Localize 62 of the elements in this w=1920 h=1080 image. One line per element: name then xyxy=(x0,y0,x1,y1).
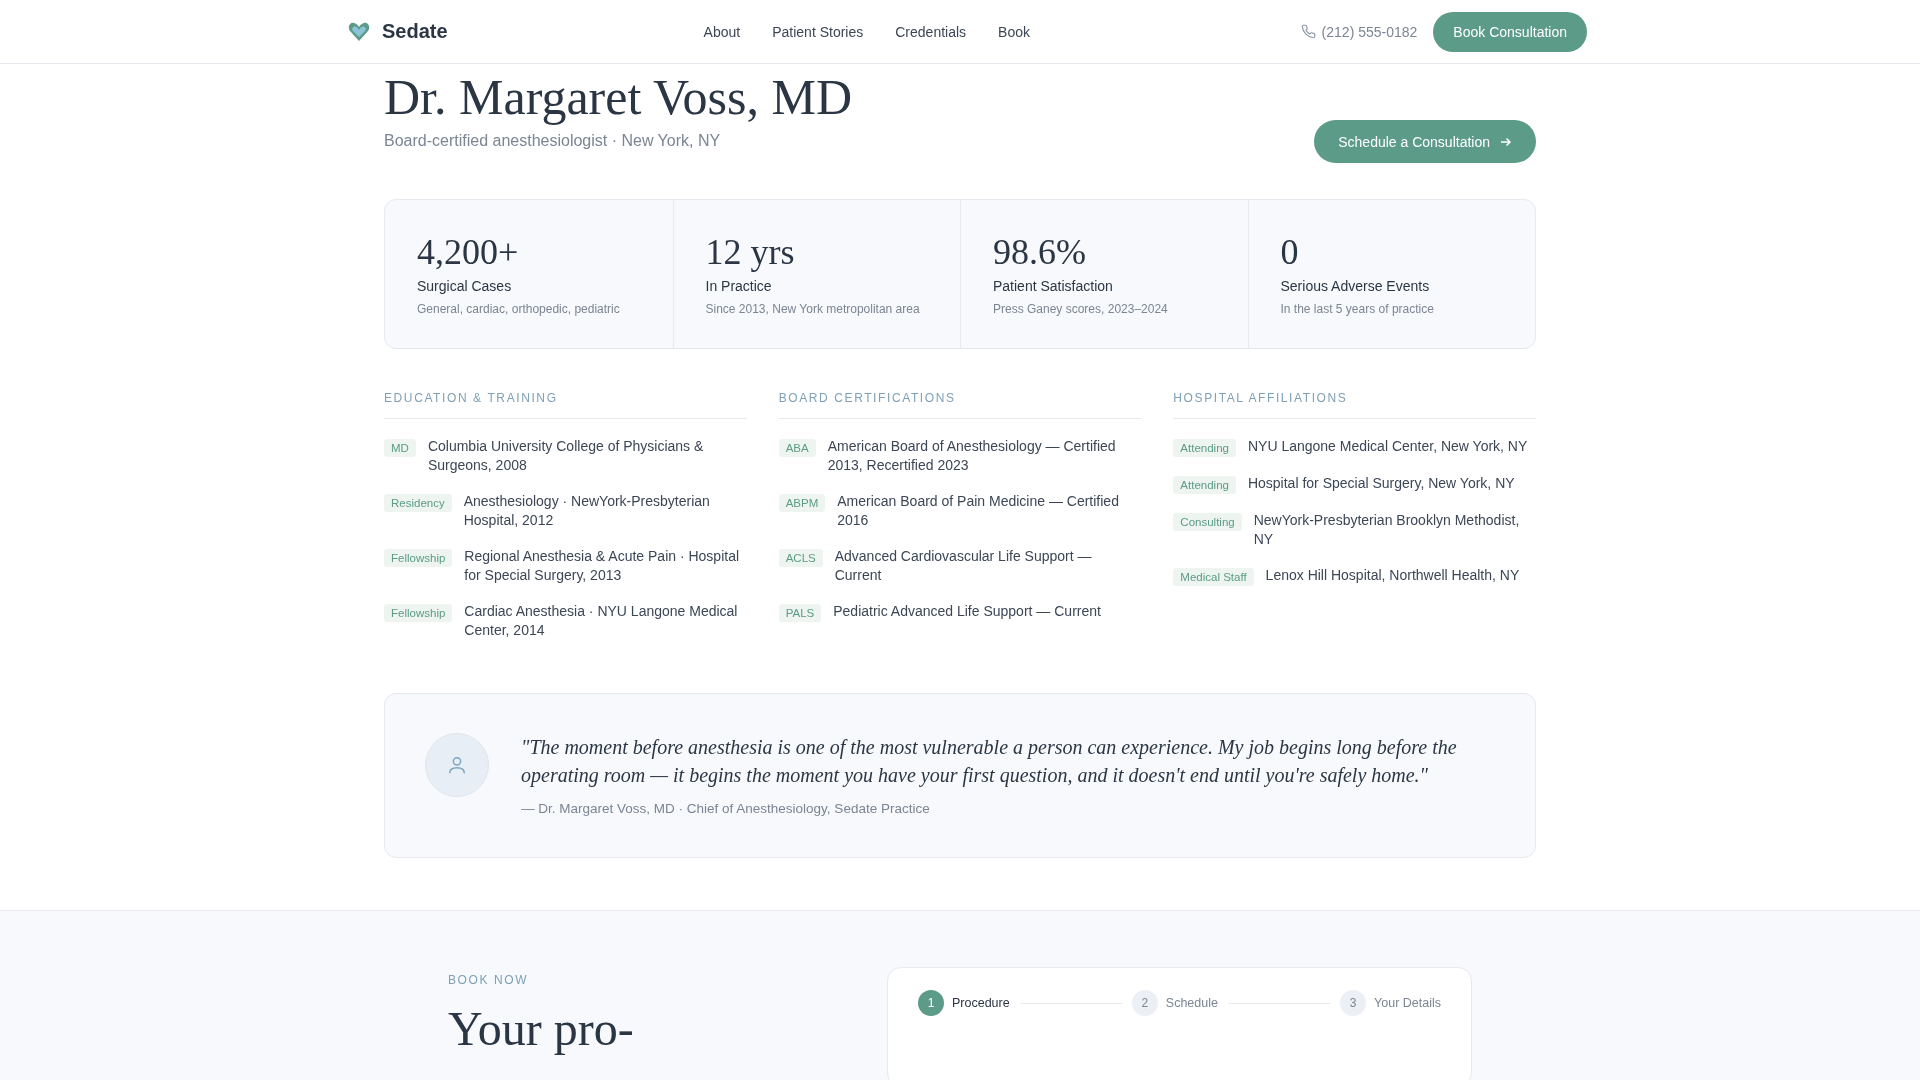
credential-tag: Fellowship xyxy=(384,549,453,567)
step-label[interactable]: Schedule xyxy=(1165,996,1218,1010)
stat-value: 0 xyxy=(1280,232,1300,272)
step-number[interactable]: 3 xyxy=(1340,990,1367,1016)
column-heading: BOARD CERTIFICATIONS xyxy=(778,391,1142,419)
stat-value: 12 yrs xyxy=(705,232,796,272)
step-number[interactable]: 1 xyxy=(918,990,944,1016)
stat-label: Serious Adverse Events xyxy=(1280,278,1431,294)
phone-number[interactable]: (212) 555-0182 xyxy=(1321,23,1418,40)
credential-tag: Medical Staff xyxy=(1173,568,1254,586)
stat-note: Since 2013, New York metropolitan area xyxy=(705,302,921,316)
credential-text: Advanced Cardiovascular Life Support — Current xyxy=(834,547,1093,585)
credential-text: Columbia University College of Physicians & Surgeons, 2008 xyxy=(427,437,705,475)
nav-link[interactable]: Book xyxy=(998,23,1030,40)
arrow-right-icon xyxy=(1500,135,1512,148)
schedule-consultation-button[interactable]: Schedule a Consultation xyxy=(1314,120,1536,163)
credential-tag: Residency xyxy=(384,494,452,512)
section-title: Your pro- xyxy=(448,1003,634,1055)
stat-note: General, cardiac, orthopedic, pediatric xyxy=(417,302,621,316)
credential-text: American Board of Pain Medicine — Certified 2016 xyxy=(837,492,1120,530)
stat-note: In the last 5 years of practice xyxy=(1280,302,1435,316)
quote-attribution: — Dr. Margaret Voss, MD · Chief of Anesthesiology, Sedate Practice xyxy=(521,801,931,816)
heart-logo-icon xyxy=(348,21,370,42)
credential-tag: Attending xyxy=(1173,439,1236,457)
credential-text: Lenox Hill Hospital, Northwell Health, NY xyxy=(1265,566,1520,585)
brand-name[interactable]: Sedate xyxy=(382,20,448,43)
step-number[interactable]: 2 xyxy=(1131,990,1158,1016)
section-eyebrow: BOOK NOW xyxy=(448,973,530,987)
credential-text: Pediatric Advanced Life Support — Current xyxy=(833,602,1101,621)
credential-tag: Fellowship xyxy=(384,604,453,622)
stat-value: 98.6% xyxy=(993,232,1087,272)
credential-text: NYU Langone Medical Center, New York, NY xyxy=(1247,437,1528,456)
credential-text: Cardiac Anesthesia · NYU Langone Medical Center, 2014 xyxy=(464,602,739,640)
stat-label: Surgical Cases xyxy=(417,278,513,294)
stat-label: Patient Satisfaction xyxy=(993,278,1114,294)
column-heading: HOSPITAL AFFILIATIONS xyxy=(1173,391,1536,419)
doctor-subtitle: Board-certified anesthesiologist · New York, NY xyxy=(384,132,722,150)
phone-icon xyxy=(1300,24,1316,39)
column-heading: EDUCATION & TRAINING xyxy=(384,391,747,419)
credential-text: American Board of Anesthesiology — Certified 2013, Recertified 2023 xyxy=(827,437,1117,475)
nav-link[interactable]: Patient Stories xyxy=(772,23,864,40)
credential-text: Regional Anesthesia & Acute Pain · Hospital for Special Surgery, 2013 xyxy=(464,547,741,585)
doctor-name-heading: Dr. Margaret Voss, MD xyxy=(384,70,853,124)
credential-text: Hospital for Special Surgery, New York, NY xyxy=(1247,474,1515,493)
stat-value: 4,200+ xyxy=(417,232,520,272)
credential-tag: ABA xyxy=(778,439,816,457)
quote-text: "The moment before anesthesia is one of the most vulnerable a person can experience. My job begins long before the operating room — it begins the moment you have your first question, and it doesn't end until you're safely home." xyxy=(521,735,1458,789)
credential-tag: MD xyxy=(384,439,416,457)
credential-text: NewYork-Presbyterian Brooklyn Methodist, NY xyxy=(1253,511,1521,549)
credential-tag: ACLS xyxy=(778,549,823,567)
book-consultation-button[interactable]: Book Consultation xyxy=(1433,11,1587,52)
credential-text: Anesthesiology · NewYork-Presbyterian Hospital, 2012 xyxy=(463,492,711,530)
credential-tag: ABPM xyxy=(778,494,826,512)
stat-note: Press Ganey scores, 2023–2024 xyxy=(993,302,1169,316)
credential-tag: Attending xyxy=(1173,476,1236,494)
stat-label: In Practice xyxy=(705,278,773,294)
step-label[interactable]: Procedure xyxy=(952,996,1010,1010)
nav-link[interactable]: About xyxy=(703,23,741,40)
credential-tag: PALS xyxy=(778,604,822,622)
credential-tag: Consulting xyxy=(1173,513,1242,531)
step-label[interactable]: Your Details xyxy=(1374,996,1441,1010)
nav-link[interactable]: Credentials xyxy=(895,23,967,40)
